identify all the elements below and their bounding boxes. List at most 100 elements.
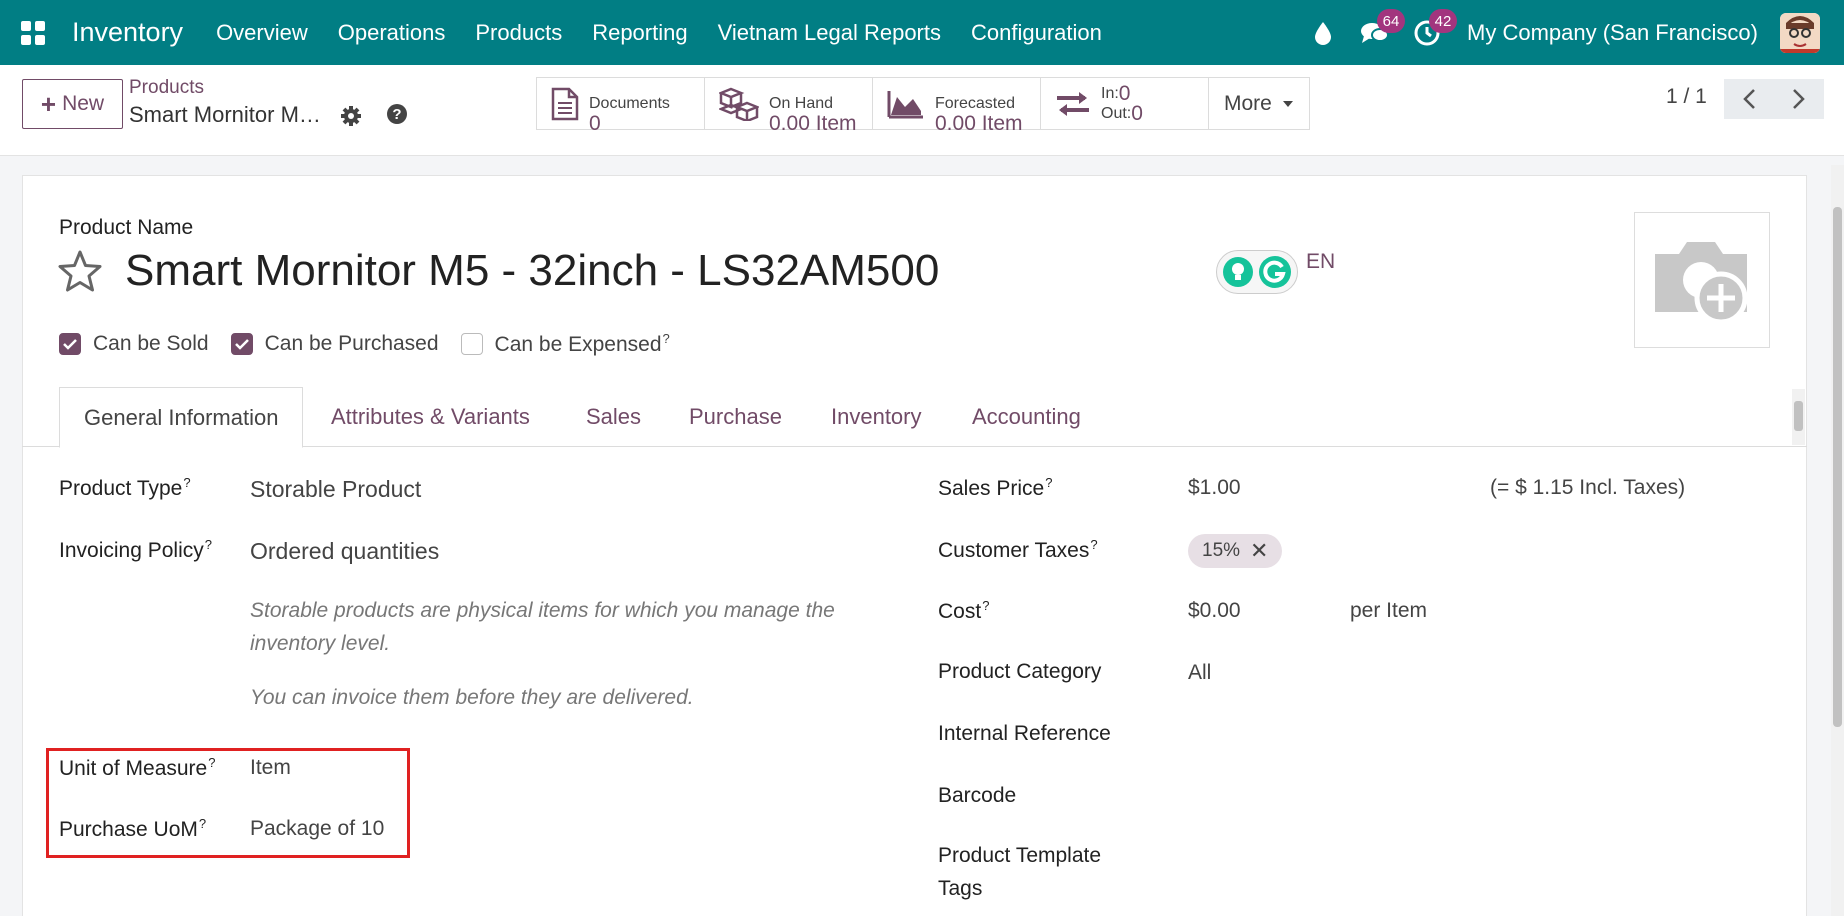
- invoicing-policy-select[interactable]: Ordered quantities: [250, 538, 439, 565]
- smart-buttons: Documents 0 On Hand 0.00 Item Forecasted 0.…: [536, 77, 1310, 134]
- in-value: 0: [1118, 81, 1131, 105]
- navbar-systray: 64 42 My Company (San Francisco): [1297, 0, 1844, 65]
- language-indicator[interactable]: EN: [1306, 250, 1335, 274]
- tooltip-marker[interactable]: ?: [1090, 537, 1097, 552]
- in-out-smart-button[interactable]: In: 0 Out: 0: [1041, 78, 1209, 129]
- notebook-tabs: General Information Attributes & Variant…: [22, 387, 1807, 448]
- pager-previous-button[interactable]: [1724, 79, 1774, 119]
- document-icon: [551, 87, 579, 120]
- pager-next-button[interactable]: [1774, 79, 1824, 119]
- chevron-right-icon: [1793, 89, 1805, 109]
- menu-overview[interactable]: Overview: [201, 20, 323, 46]
- can-be-purchased-label: Can be Purchased: [264, 332, 439, 355]
- exchange-arrows-icon: [1057, 91, 1089, 116]
- area-chart-icon: [887, 90, 923, 118]
- apps-menu-icon[interactable]: [0, 0, 66, 65]
- help-icon[interactable]: ?: [386, 103, 408, 130]
- new-button[interactable]: + New: [22, 79, 123, 129]
- cost-label: Cost: [938, 600, 982, 623]
- product-type-label: Product Type: [59, 477, 183, 500]
- internal-reference-label: Internal Reference: [938, 722, 1111, 745]
- can-be-sold-label: Can be Sold: [93, 332, 209, 355]
- tab-sales[interactable]: Sales: [586, 387, 641, 447]
- tab-inventory[interactable]: Inventory: [831, 387, 922, 447]
- tab-attributes-variants[interactable]: Attributes & Variants: [331, 387, 530, 447]
- messages-icon[interactable]: 64: [1349, 0, 1406, 65]
- product-image-upload[interactable]: [1634, 212, 1770, 348]
- menu-configuration[interactable]: Configuration: [956, 20, 1117, 46]
- pager-value[interactable]: 1 / 1: [1666, 85, 1707, 109]
- tax-tag[interactable]: 15% ✕: [1188, 534, 1283, 568]
- forecasted-smart-button[interactable]: Forecasted 0.00 Item: [873, 78, 1041, 134]
- tooltip-marker[interactable]: ?: [205, 537, 212, 552]
- in-label: In:: [1101, 84, 1119, 102]
- product-name-input[interactable]: Smart Mornitor M5 - 32inch - LS32AM500: [125, 246, 939, 296]
- menu-vietnam-legal-reports[interactable]: Vietnam Legal Reports: [703, 20, 956, 46]
- menu-operations[interactable]: Operations: [323, 20, 461, 46]
- checked-box-icon: [59, 333, 81, 355]
- tooltip-marker[interactable]: ?: [663, 331, 670, 346]
- can-be-expensed-checkbox[interactable]: Can be Expensed?: [460, 331, 670, 357]
- invoicing-policy-label: Invoicing Policy: [59, 539, 204, 562]
- sales-price-label: Sales Price: [938, 477, 1045, 500]
- cubes-icon: [719, 87, 759, 121]
- grammarly-icon: [1259, 256, 1291, 288]
- forecasted-value: 0.00 Item: [935, 111, 1023, 135]
- tab-general-information[interactable]: General Information: [59, 387, 304, 448]
- menu-products[interactable]: Products: [460, 20, 577, 46]
- new-button-label: New: [62, 92, 105, 115]
- checked-box-icon: [230, 333, 253, 355]
- product-category-select[interactable]: All: [1188, 661, 1211, 685]
- on-hand-label: On Hand: [769, 94, 834, 112]
- on-hand-smart-button[interactable]: On Hand 0.00 Item: [705, 78, 873, 134]
- product-template-tags-label-line2: Tags: [938, 877, 983, 900]
- out-label: Out:: [1101, 104, 1132, 122]
- storable-help-text: Storable products are physical items for…: [250, 599, 835, 655]
- droplet-icon[interactable]: [1297, 0, 1349, 65]
- product-type-select[interactable]: Storable Product: [250, 476, 421, 503]
- on-hand-value: 0.00 Item: [769, 111, 857, 135]
- invoice-help-text: You can invoice them before they are del…: [250, 686, 694, 709]
- tab-purchase[interactable]: Purchase: [689, 387, 782, 447]
- camera-add-icon: [1655, 242, 1748, 325]
- tooltip-marker[interactable]: ?: [1045, 475, 1052, 490]
- breadcrumb-products[interactable]: Products: [129, 77, 204, 99]
- can-be-purchased-checkbox[interactable]: Can be Purchased: [230, 331, 439, 357]
- user-avatar[interactable]: [1780, 12, 1820, 53]
- favorite-star-icon[interactable]: [58, 250, 102, 297]
- documents-smart-button[interactable]: Documents 0: [537, 78, 705, 134]
- remove-tag-icon[interactable]: ✕: [1250, 538, 1268, 564]
- forecasted-label: Forecasted: [935, 94, 1016, 112]
- page-scrollbar[interactable]: [1831, 165, 1844, 916]
- more-dropdown-button[interactable]: More: [1209, 78, 1309, 129]
- activities-clock-icon[interactable]: 42: [1401, 0, 1458, 65]
- breadcrumb-current-record: Smart Mornitor M5 - 32inch - LS32AM500: [129, 102, 329, 127]
- tooltip-marker[interactable]: ?: [982, 598, 989, 613]
- incl-taxes-text: (= $ 1.15 Incl. Taxes): [1490, 476, 1686, 499]
- documents-count: 0: [589, 111, 601, 135]
- lightbulb-icon: [1223, 257, 1253, 287]
- customer-taxes-label: Customer Taxes: [938, 539, 1090, 562]
- more-label: More: [1224, 91, 1272, 115]
- product-name-label: Product Name: [59, 216, 194, 239]
- out-value: 0: [1131, 101, 1143, 125]
- unchecked-box-icon: [460, 333, 483, 355]
- tabs-scrollbar[interactable]: [1792, 389, 1805, 445]
- gear-icon[interactable]: [340, 105, 362, 132]
- can-be-sold-checkbox[interactable]: Can be Sold: [59, 331, 209, 357]
- top-navbar: Inventory Overview Operations Products R…: [0, 0, 1844, 65]
- tooltip-marker[interactable]: ?: [183, 475, 190, 490]
- tab-accounting[interactable]: Accounting: [972, 387, 1081, 447]
- app-brand[interactable]: Inventory: [72, 17, 183, 48]
- control-panel: +New Products Smart Mornitor M5 - 32inch…: [0, 65, 1844, 156]
- cost-input[interactable]: $0.00: [1188, 599, 1241, 623]
- can-be-expensed-label: Can be Expensed: [494, 333, 662, 356]
- svg-text:?: ?: [392, 106, 401, 123]
- company-switcher[interactable]: My Company (San Francisco): [1467, 20, 1758, 46]
- grammarly-widget[interactable]: [1216, 250, 1298, 294]
- barcode-label: Barcode: [938, 784, 1017, 807]
- product-template-tags-label-line1: Product Template: [938, 844, 1102, 867]
- tax-tag-label: 15%: [1202, 540, 1241, 561]
- menu-reporting[interactable]: Reporting: [577, 20, 702, 46]
- sales-price-input[interactable]: $1.00: [1188, 476, 1241, 500]
